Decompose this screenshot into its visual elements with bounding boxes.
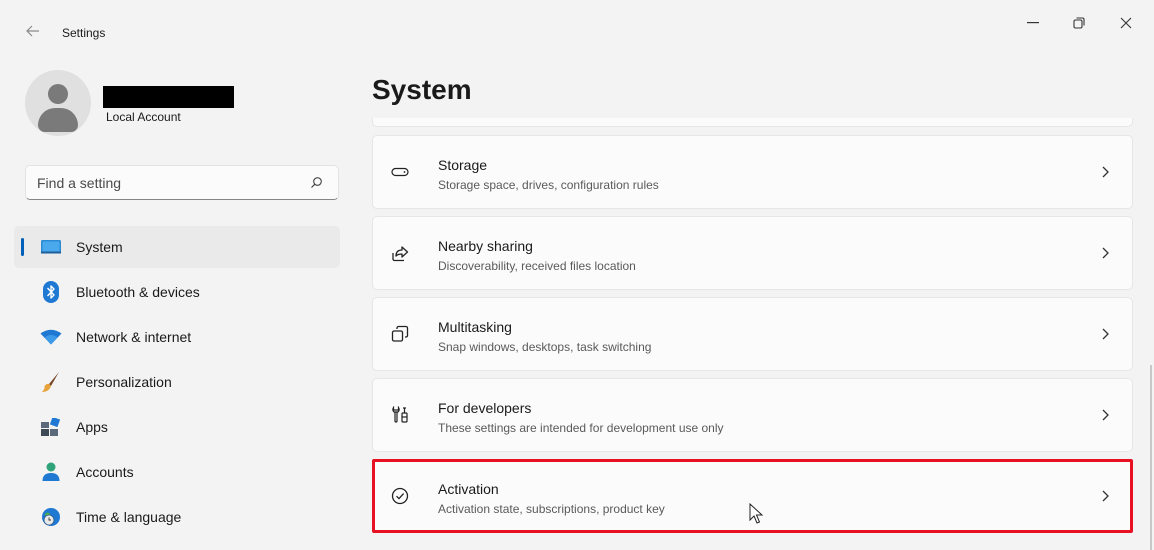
card-description: Storage space, drives, configuration rul… <box>438 178 659 192</box>
sidebar-item-label: Network & internet <box>76 328 192 345</box>
chevron-right-icon <box>1100 408 1110 422</box>
sidebar-item-network[interactable]: Network & internet <box>14 314 340 359</box>
storage-drive-icon <box>389 161 411 183</box>
card-title: Storage <box>438 157 488 173</box>
account-type-label: Local Account <box>106 110 181 124</box>
minimize-button[interactable] <box>1010 8 1056 38</box>
chevron-right-icon <box>1100 489 1110 503</box>
redacted-username <box>103 86 234 108</box>
search-input[interactable]: Find a setting <box>25 165 339 200</box>
sidebar-item-personalization[interactable]: Personalization <box>14 359 340 404</box>
card-nearby-sharing[interactable]: Nearby sharing Discoverability, received… <box>372 216 1133 290</box>
multitasking-icon <box>389 323 411 345</box>
apps-icon <box>40 416 62 438</box>
brush-icon <box>40 371 62 393</box>
share-icon <box>389 242 411 264</box>
sidebar-item-bluetooth[interactable]: Bluetooth & devices <box>14 269 340 314</box>
card-for-developers[interactable]: For developers These settings are intend… <box>372 378 1133 452</box>
card-title: Activation <box>438 481 499 497</box>
sidebar-item-label: Bluetooth & devices <box>76 283 200 300</box>
chevron-right-icon <box>1100 246 1110 260</box>
sidebar-item-system[interactable]: System <box>14 226 340 268</box>
card-partial <box>372 118 1133 127</box>
sidebar-nav: System Bluetooth & devices Network & int… <box>14 224 340 539</box>
avatar-head <box>48 84 68 104</box>
card-description: Activation state, subscriptions, product… <box>438 502 665 516</box>
scrollbar[interactable] <box>1150 365 1152 550</box>
sidebar-item-time-language[interactable]: Time & language <box>14 494 340 539</box>
developer-tools-icon <box>389 404 411 426</box>
sidebar-item-accounts[interactable]: Accounts <box>14 449 340 494</box>
wifi-icon <box>40 326 62 348</box>
close-button[interactable] <box>1103 8 1149 38</box>
card-storage[interactable]: Storage Storage space, drives, configura… <box>372 135 1133 209</box>
sidebar-item-label: System <box>76 239 123 255</box>
card-description: Snap windows, desktops, task switching <box>438 340 652 354</box>
restore-button[interactable] <box>1056 8 1102 38</box>
sidebar-item-label: Apps <box>76 418 108 435</box>
card-title: Multitasking <box>438 319 512 335</box>
page-title: System <box>372 74 472 105</box>
mouse-cursor-icon <box>749 502 765 525</box>
system-monitor-icon <box>40 236 62 258</box>
card-multitasking[interactable]: Multitasking Snap windows, desktops, tas… <box>372 297 1133 371</box>
search-icon[interactable] <box>310 176 324 190</box>
card-description: Discoverability, received files location <box>438 259 636 273</box>
avatar-body <box>38 108 78 132</box>
chevron-right-icon <box>1100 165 1110 179</box>
app-title: Settings <box>62 26 106 40</box>
check-circle-icon <box>389 485 411 507</box>
chevron-right-icon <box>1100 327 1110 341</box>
card-title: Nearby sharing <box>438 238 533 254</box>
bluetooth-icon <box>40 280 62 303</box>
sidebar-item-label: Accounts <box>76 463 134 480</box>
search-placeholder: Find a setting <box>37 175 122 191</box>
sidebar-item-label: Time & language <box>76 508 182 525</box>
card-description: These settings are intended for developm… <box>438 421 724 435</box>
globe-clock-icon <box>40 506 62 528</box>
back-arrow-icon[interactable] <box>22 22 44 44</box>
card-title: For developers <box>438 400 532 416</box>
settings-card-list: Storage Storage space, drives, configura… <box>372 135 1133 540</box>
title-bar: Settings <box>0 0 1154 60</box>
sidebar-item-apps[interactable]: Apps <box>14 404 340 449</box>
person-icon <box>40 461 62 483</box>
avatar[interactable] <box>25 70 91 136</box>
sidebar-item-label: Personalization <box>76 373 172 390</box>
